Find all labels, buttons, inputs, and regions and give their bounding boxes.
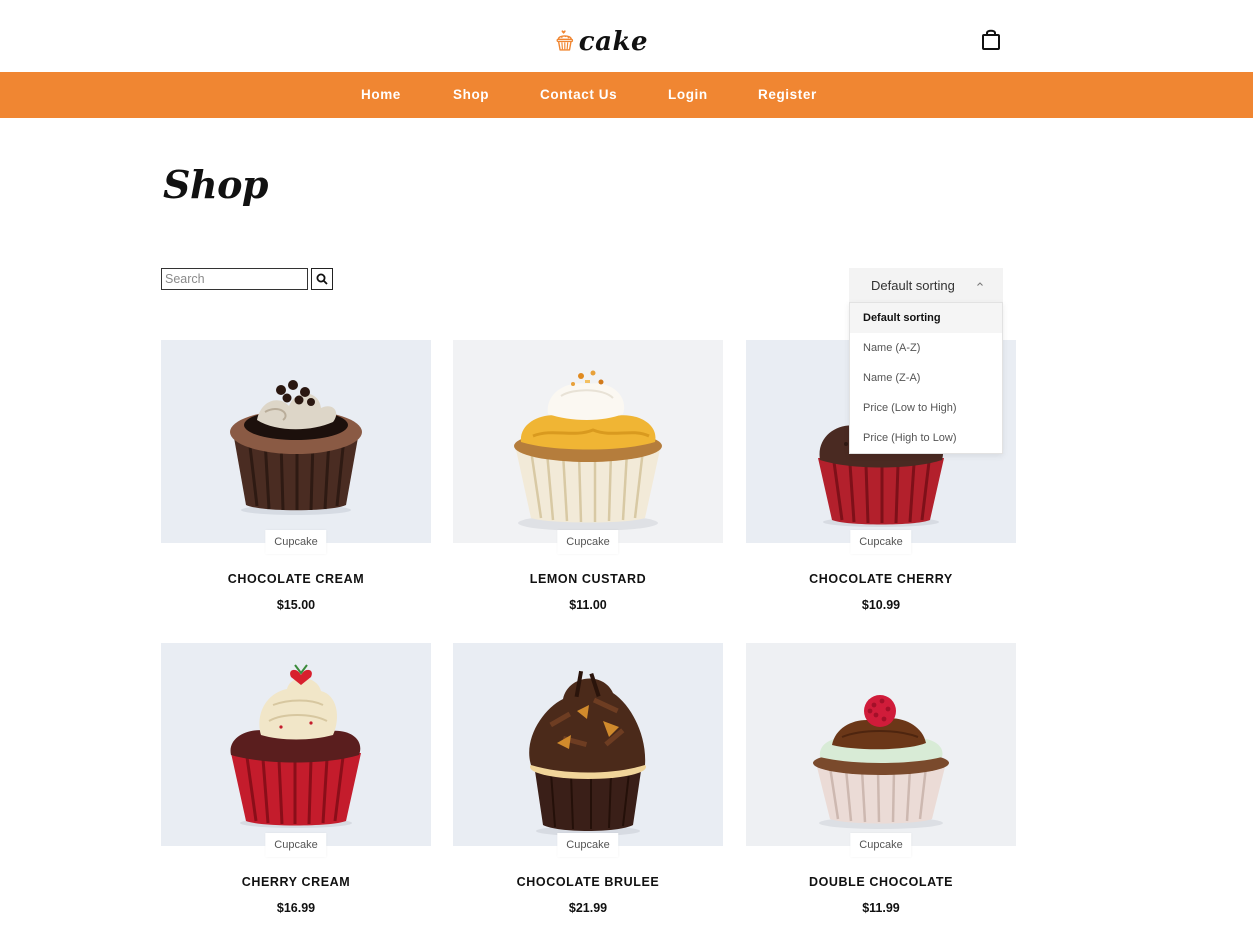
product-name[interactable]: CHERRY CREAM bbox=[161, 875, 431, 889]
sort-selected-label: Default sorting bbox=[871, 277, 955, 293]
product-name[interactable]: CHOCOLATE CREAM bbox=[161, 572, 431, 586]
category-badge[interactable]: Cupcake bbox=[850, 530, 912, 554]
nav-item-shop[interactable]: Shop bbox=[453, 72, 489, 118]
category-badge[interactable]: Cupcake bbox=[265, 530, 327, 554]
product-card[interactable]: Cupcake CHOCOLATE BRULEE $21.99 bbox=[453, 643, 723, 928]
nav-item-contact-us[interactable]: Contact Us bbox=[540, 72, 617, 118]
product-image[interactable] bbox=[161, 340, 431, 543]
sort-dropdown[interactable]: Default sorting bbox=[849, 268, 1003, 302]
product-image[interactable] bbox=[161, 643, 431, 846]
category-badge[interactable]: Cupcake bbox=[850, 833, 912, 857]
brand-logo[interactable]: cake bbox=[556, 18, 648, 62]
product-price: $21.99 bbox=[568, 901, 608, 915]
sort-option-name-asc[interactable]: Name (A-Z) bbox=[850, 333, 1002, 363]
product-name[interactable]: DOUBLE CHOCOLATE bbox=[746, 875, 1016, 889]
brand-name: cake bbox=[578, 27, 648, 57]
product-price: $15.00 bbox=[276, 598, 316, 612]
product-card[interactable]: Cupcake CHERRY CREAM $16.99 bbox=[161, 643, 431, 928]
product-price: $10.99 bbox=[861, 598, 901, 612]
cupcake-image bbox=[746, 643, 1016, 846]
product-price: $11.00 bbox=[569, 598, 607, 612]
sort-option-price-asc[interactable]: Price (Low to High) bbox=[850, 393, 1002, 423]
shopping-bag-icon bbox=[982, 29, 1000, 50]
product-name[interactable]: CHOCOLATE BRULEE bbox=[453, 875, 723, 889]
product-card[interactable]: Cupcake LEMON CUSTARD $11.00 bbox=[453, 340, 723, 625]
search-input[interactable] bbox=[161, 268, 308, 290]
product-image[interactable] bbox=[453, 340, 723, 543]
page-title: Shop bbox=[163, 162, 269, 207]
category-badge[interactable]: Cupcake bbox=[557, 530, 619, 554]
cupcake-image bbox=[161, 643, 431, 846]
cart-button[interactable] bbox=[980, 28, 1002, 52]
sort-option-price-desc[interactable]: Price (High to Low) bbox=[850, 423, 1002, 453]
product-image[interactable] bbox=[746, 643, 1016, 846]
product-card[interactable]: Cupcake DOUBLE CHOCOLATE $11.99 bbox=[746, 643, 1016, 928]
nav-item-register[interactable]: Register bbox=[758, 72, 817, 118]
product-price: $16.99 bbox=[276, 901, 316, 915]
site-header: cake bbox=[0, 0, 1253, 72]
main-nav: Home Shop Contact Us Login Register bbox=[0, 72, 1253, 118]
category-badge[interactable]: Cupcake bbox=[265, 833, 327, 857]
product-name[interactable]: CHOCOLATE CHERRY bbox=[746, 572, 1016, 586]
product-price: $11.99 bbox=[862, 901, 900, 915]
cupcake-image bbox=[161, 340, 431, 543]
cupcake-image bbox=[453, 340, 723, 543]
sort-option-default[interactable]: Default sorting bbox=[850, 303, 1002, 333]
sort-option-name-desc[interactable]: Name (Z-A) bbox=[850, 363, 1002, 393]
product-name[interactable]: LEMON CUSTARD bbox=[453, 572, 723, 586]
search-icon bbox=[316, 273, 328, 285]
cupcake-heart-logo-icon bbox=[556, 30, 574, 51]
sort-menu: Default sorting Name (A-Z) Name (Z-A) Pr… bbox=[849, 302, 1003, 454]
chevron-up-icon bbox=[977, 282, 983, 286]
search-button[interactable] bbox=[311, 268, 333, 290]
category-badge[interactable]: Cupcake bbox=[557, 833, 619, 857]
cupcake-image bbox=[453, 643, 723, 846]
product-card[interactable]: Cupcake CHOCOLATE CREAM $15.00 bbox=[161, 340, 431, 625]
product-image[interactable] bbox=[453, 643, 723, 846]
nav-item-home[interactable]: Home bbox=[361, 72, 401, 118]
nav-item-login[interactable]: Login bbox=[668, 72, 708, 118]
